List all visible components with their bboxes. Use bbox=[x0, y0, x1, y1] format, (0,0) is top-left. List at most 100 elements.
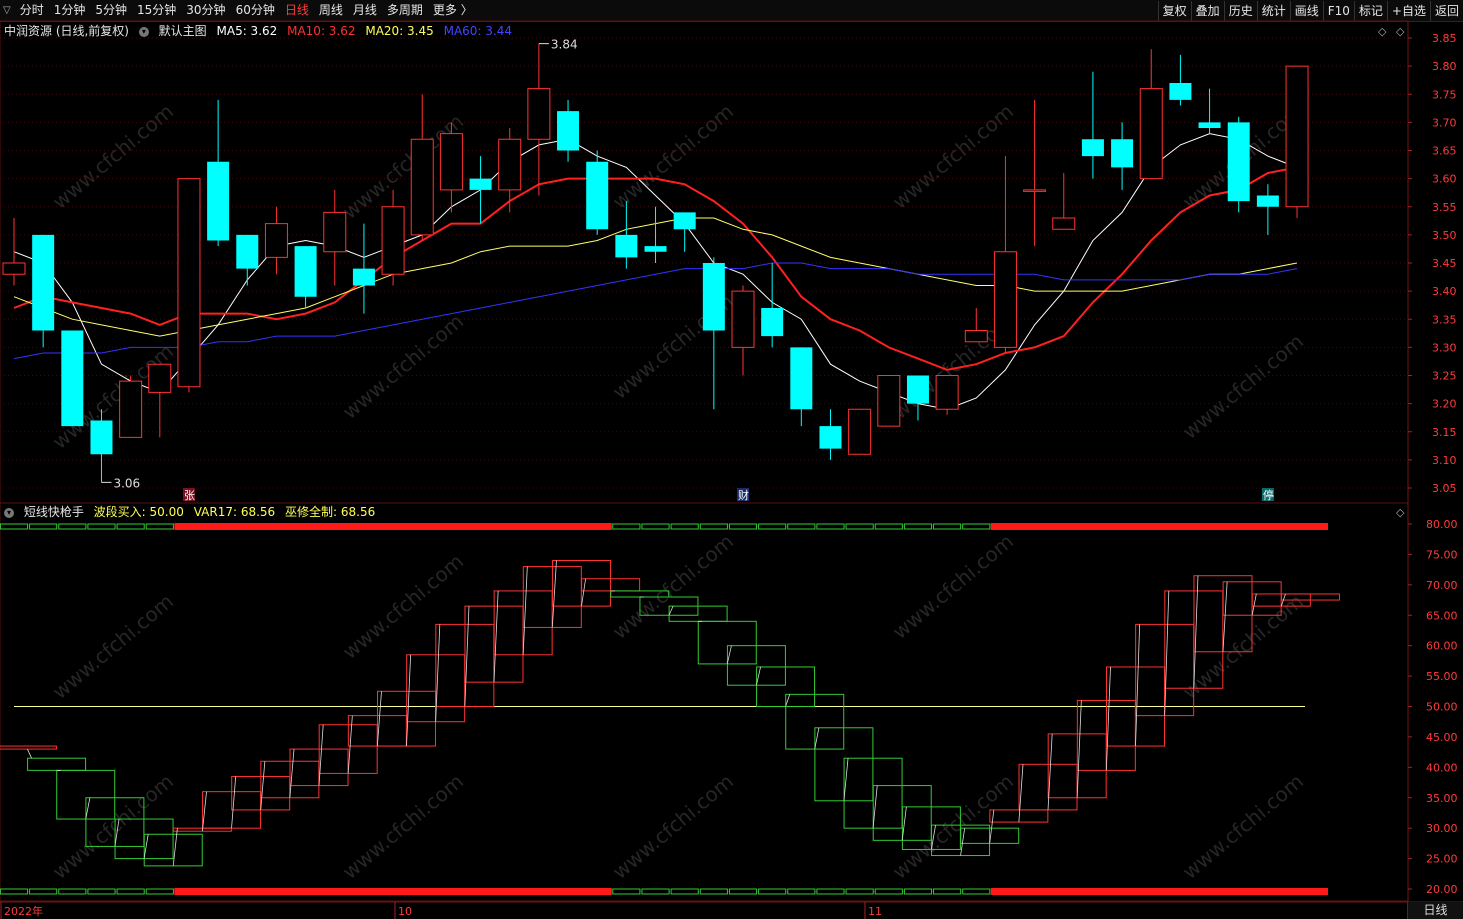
sub-y-tick-label: 20.00 bbox=[1426, 883, 1458, 896]
candle-body bbox=[1139, 88, 1163, 180]
candle-body bbox=[1052, 217, 1076, 230]
candle-body bbox=[177, 178, 201, 388]
signal-bar-green bbox=[58, 888, 87, 895]
signal-bar-green bbox=[145, 888, 174, 895]
main-y-tick-label: 3.05 bbox=[1432, 482, 1457, 495]
signal-bar-green bbox=[758, 523, 787, 530]
main-y-tick-label: 3.70 bbox=[1432, 116, 1457, 129]
signal-bar-green bbox=[787, 523, 816, 530]
diamond-icon: ◇ bbox=[1378, 25, 1387, 38]
stock-name: 中润资源 (日线,前复权) bbox=[4, 24, 129, 38]
signal-bar-green bbox=[641, 888, 670, 895]
watermark-text: www.cfchi.com bbox=[48, 769, 178, 884]
template-dropdown-icon[interactable]: ▾ bbox=[138, 26, 149, 37]
candle-body bbox=[586, 161, 609, 230]
signal-bar-green bbox=[728, 888, 758, 895]
signal-bar-green bbox=[728, 523, 758, 530]
signal-bar-green bbox=[116, 523, 145, 530]
marker-zhang: 张 bbox=[184, 489, 195, 502]
candle-body bbox=[964, 330, 988, 343]
sub-y-tick-label: 25.00 bbox=[1426, 853, 1458, 866]
signal-bar-green bbox=[641, 523, 670, 530]
main-y-tick-label: 3.60 bbox=[1432, 173, 1457, 186]
candle-body bbox=[1256, 195, 1279, 207]
watermark-text: www.cfchi.com bbox=[338, 769, 468, 884]
indicator-dropdown-icon[interactable]: ▾ bbox=[4, 507, 14, 518]
signal-bar-green bbox=[699, 888, 728, 895]
high-label: 3.84 bbox=[551, 38, 578, 52]
candle-body bbox=[1227, 122, 1250, 202]
watermark-text: www.cfchi.com bbox=[888, 769, 1018, 884]
candle-body bbox=[1081, 139, 1104, 157]
signal-bar-green bbox=[962, 523, 991, 530]
watermark-text: www.cfchi.com bbox=[608, 99, 738, 214]
main-y-tick-label: 3.65 bbox=[1432, 145, 1457, 158]
candle-body bbox=[848, 408, 872, 455]
watermark-text: www.cfchi.com bbox=[338, 309, 468, 424]
candle-body bbox=[1169, 83, 1192, 100]
signal-bar-green bbox=[816, 523, 845, 530]
candle-body bbox=[731, 290, 755, 348]
main-y-tick-label: 3.30 bbox=[1432, 341, 1457, 354]
signal-bar-green bbox=[145, 523, 174, 530]
watermark-text: www.cfchi.com bbox=[48, 99, 178, 214]
sub-y-tick-label: 55.00 bbox=[1426, 670, 1458, 683]
main-y-tick-label: 3.10 bbox=[1432, 454, 1457, 467]
x-axis-label: 11 bbox=[868, 905, 882, 918]
indicator-box bbox=[27, 757, 87, 771]
diamond-icon: ◇ bbox=[1396, 25, 1405, 38]
sub-y-tick-label: 30.00 bbox=[1426, 822, 1458, 835]
candle-body bbox=[498, 138, 522, 191]
candle-body bbox=[877, 375, 901, 427]
watermark-text: www.cfchi.com bbox=[608, 529, 738, 644]
main-y-tick-label: 3.50 bbox=[1432, 229, 1457, 242]
signal-bar-green bbox=[933, 523, 962, 530]
sub-y-tick-label: 75.00 bbox=[1426, 548, 1458, 561]
signal-bar-green bbox=[87, 523, 116, 530]
ma-line-ma10 bbox=[13, 166, 1298, 371]
candle-body bbox=[469, 178, 492, 190]
sub-y-tick-label: 80.00 bbox=[1426, 518, 1458, 531]
signal-bar-green bbox=[670, 888, 699, 895]
signal-bar-green bbox=[816, 888, 845, 895]
signal-bar-green bbox=[87, 888, 116, 895]
candle-body bbox=[207, 161, 230, 241]
candle-body bbox=[615, 234, 638, 258]
candle-body bbox=[381, 206, 405, 275]
signal-bar-green bbox=[874, 888, 903, 895]
sub-y-tick-label: 50.00 bbox=[1426, 701, 1458, 714]
main-y-tick-label: 3.40 bbox=[1432, 285, 1457, 298]
low-label: 3.06 bbox=[113, 476, 140, 490]
ma5-value: MA5: 3.62 bbox=[216, 24, 278, 38]
watermark-text: www.cfchi.com bbox=[1178, 329, 1308, 444]
signal-bar-green bbox=[962, 888, 991, 895]
candle-body bbox=[294, 246, 317, 297]
bottom-period-tab[interactable]: 日线 bbox=[1407, 902, 1463, 919]
main-y-tick-label: 3.75 bbox=[1432, 88, 1457, 101]
marker-cai: 财 bbox=[738, 488, 749, 502]
candle-body bbox=[1023, 189, 1047, 192]
watermark-text: www.cfchi.com bbox=[48, 589, 178, 704]
signal-bar-red bbox=[990, 523, 1328, 530]
signal-bar-green bbox=[612, 523, 641, 530]
watermark-text: www.cfchi.com bbox=[888, 99, 1018, 214]
signal-bar-green bbox=[933, 888, 962, 895]
candle-body bbox=[439, 133, 463, 191]
candle-body bbox=[790, 347, 813, 410]
candle-body bbox=[61, 330, 84, 427]
candle-body bbox=[702, 263, 725, 331]
indicator-connector bbox=[27, 748, 32, 759]
signal-bar-green bbox=[845, 888, 874, 895]
candle-body bbox=[119, 380, 143, 438]
template-name[interactable]: 默认主图 bbox=[159, 24, 207, 38]
indicator-name[interactable]: 短线快枪手 bbox=[24, 505, 84, 519]
signal-bar-green bbox=[0, 888, 29, 895]
sub-y-tick-label: 40.00 bbox=[1426, 761, 1458, 774]
watermark-text: www.cfchi.com bbox=[608, 769, 738, 884]
sub-y-tick-label: 45.00 bbox=[1426, 731, 1458, 744]
diamond-icon: ◇ bbox=[1396, 506, 1405, 519]
candle-body bbox=[236, 234, 259, 269]
sub-y-tick-label: 65.00 bbox=[1426, 609, 1458, 622]
indicator-box bbox=[0, 745, 57, 750]
candle-body bbox=[557, 111, 580, 151]
